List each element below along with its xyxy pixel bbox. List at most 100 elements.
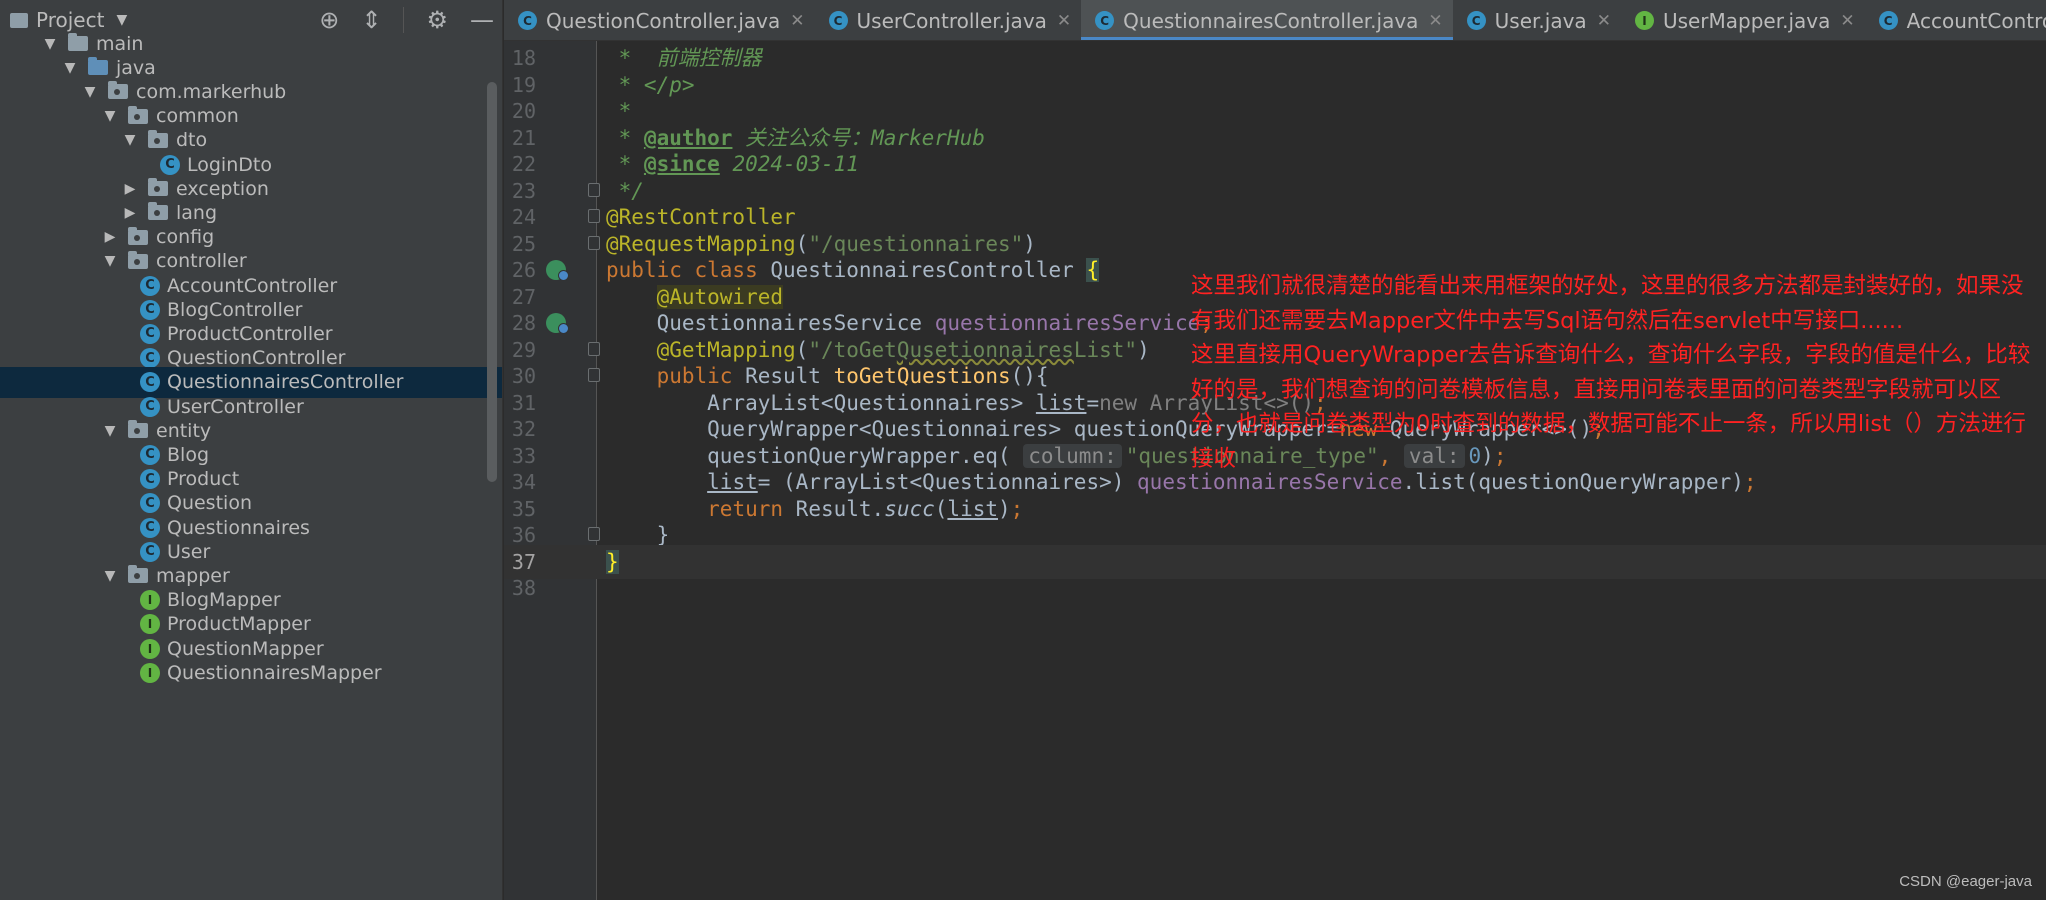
tab-label: UserMapper.java: [1662, 8, 1831, 33]
tab-usermapper-java[interactable]: I UserMapper.java ✕: [1621, 0, 1865, 40]
fold-marker-icon[interactable]: [588, 341, 600, 356]
tree-item-label: mapper: [156, 564, 230, 587]
folder-icon: [88, 57, 108, 76]
tree-item-label: entity: [156, 419, 212, 442]
code-line[interactable]: 38: [504, 571, 2046, 606]
package-icon: [108, 81, 128, 100]
tab-usercontroller-java[interactable]: C UserController.java ✕: [815, 0, 1082, 40]
tree-item-label: QuestionnairesController: [167, 371, 404, 394]
watermark: CSDN @eager-java: [1899, 873, 2032, 890]
collapsed-arrow-icon[interactable]: ▶: [120, 181, 140, 197]
spring-bean-icon[interactable]: [546, 313, 569, 334]
interface-icon: I: [140, 638, 160, 659]
package-icon: [148, 202, 168, 221]
expanded-arrow-icon[interactable]: ▼: [100, 423, 120, 439]
tab-questioncontroller-java[interactable]: C QuestionController.java ✕: [504, 0, 815, 40]
collapsed-arrow-icon[interactable]: ▶: [120, 205, 140, 221]
package-icon: [128, 226, 148, 245]
tree-item-label: BlogController: [167, 298, 303, 321]
project-panel: Project ▼ ⊕ ⇕ ⚙ — ▼ main ▼ java ▼ com.markerh…: [0, 0, 503, 900]
tree-item-label: exception: [176, 177, 269, 200]
fold-marker-icon[interactable]: [588, 235, 600, 250]
tree-item-label: QuestionController: [167, 347, 346, 370]
expanded-arrow-icon[interactable]: ▼: [100, 568, 120, 584]
interface-icon: I: [140, 662, 160, 683]
package-icon: [128, 250, 148, 269]
fold-marker-icon[interactable]: [588, 209, 600, 223]
interface-icon: I: [1634, 11, 1654, 30]
class-icon: C: [140, 323, 160, 344]
tree-item-questionnairesmapper[interactable]: ▶IQuestionnairesMapper: [0, 657, 502, 688]
expanded-arrow-icon[interactable]: ▼: [100, 253, 120, 269]
tree-item-label: Question: [167, 492, 252, 515]
line-number: 38: [511, 576, 536, 600]
tab-accountcontroller-java[interactable]: CAccountController.java✕: [1865, 0, 2046, 40]
expanded-arrow-icon[interactable]: ▼: [120, 132, 140, 148]
expanded-arrow-icon[interactable]: ▼: [40, 36, 60, 52]
close-icon[interactable]: ✕: [1840, 11, 1854, 31]
tree-item-label: main: [96, 32, 144, 55]
fold-marker-icon[interactable]: [588, 527, 600, 541]
tree-item-label: QuestionMapper: [167, 637, 324, 660]
tree-item-label: dto: [176, 129, 208, 152]
class-icon: C: [1466, 11, 1486, 30]
tab-label: UserController.java: [856, 8, 1047, 33]
tree-item-label: controller: [156, 250, 247, 273]
class-icon: C: [518, 11, 537, 30]
annotation-paragraph-2: 这里直接用QueryWrapper去告诉查询什么，查询什么字段，字段的值是什么，…: [1191, 342, 2031, 472]
class-icon: C: [140, 493, 160, 514]
tree-item-label: User: [167, 540, 211, 563]
class-icon: C: [1878, 11, 1898, 30]
expanded-arrow-icon[interactable]: ▼: [60, 60, 80, 76]
collapsed-arrow-icon[interactable]: ▶: [100, 229, 120, 245]
tree-item-label: java: [116, 56, 156, 79]
tree-item-label: QuestionnairesMapper: [167, 661, 382, 684]
close-icon[interactable]: ✕: [790, 11, 804, 31]
tree-item-label: Product: [167, 468, 240, 491]
tree-item-label: Questionnaires: [167, 516, 310, 539]
tab-label: User.java: [1494, 8, 1587, 33]
tab-label: QuestionnairesController.java: [1123, 8, 1419, 33]
tree-item-label: ProductMapper: [167, 613, 311, 636]
interface-icon: I: [140, 614, 160, 635]
class-icon: C: [828, 11, 848, 30]
package-icon: [148, 129, 168, 148]
tab-label: AccountController.java: [1906, 8, 2046, 33]
tab-user-java[interactable]: C User.java ✕: [1453, 0, 1621, 40]
package-icon: [148, 178, 168, 197]
fold-marker-icon[interactable]: [588, 368, 600, 382]
close-icon[interactable]: ✕: [1428, 11, 1442, 31]
package-icon: [128, 105, 148, 124]
chevron-down-icon[interactable]: ▼: [116, 12, 127, 28]
tree-item-label: LoginDto: [187, 153, 272, 176]
expanded-arrow-icon[interactable]: ▼: [100, 108, 120, 124]
tree-item-label: Blog: [167, 443, 209, 466]
annotation-paragraph-1: 这里我们就很清楚的能看出来用框架的好处，这里的很多方法都是封装好的，如果没有我们…: [1191, 273, 2024, 334]
close-icon[interactable]: ✕: [1057, 11, 1071, 31]
class-icon: C: [140, 275, 160, 296]
tree-item-label: com.markerhub: [136, 80, 287, 103]
class-icon: C: [1095, 11, 1115, 30]
class-icon: C: [140, 348, 160, 369]
class-icon: C: [140, 469, 160, 490]
class-icon: C: [140, 396, 160, 417]
package-icon: [128, 565, 148, 584]
package-icon: [128, 420, 148, 439]
tree-item-label: common: [156, 105, 239, 128]
tree-item-label: lang: [176, 201, 218, 224]
project-scrollbar[interactable]: [487, 82, 497, 482]
expanded-arrow-icon[interactable]: ▼: [80, 84, 100, 100]
tab-questionnairescontroller-java[interactable]: C QuestionnairesController.java ✕: [1081, 0, 1453, 40]
class-icon: C: [140, 299, 160, 320]
tree-item-label: BlogMapper: [167, 589, 281, 612]
spring-bean-icon[interactable]: [546, 260, 569, 281]
class-icon: C: [160, 154, 180, 175]
class-icon: C: [140, 444, 160, 465]
tree-item-label: AccountController: [167, 274, 338, 297]
class-icon: C: [140, 517, 160, 538]
tree-item-label: UserController: [167, 395, 304, 418]
close-icon[interactable]: ✕: [1597, 11, 1611, 31]
class-icon: C: [140, 541, 160, 562]
fold-marker-icon[interactable]: [588, 182, 600, 197]
tab-label: QuestionController.java: [546, 8, 781, 33]
